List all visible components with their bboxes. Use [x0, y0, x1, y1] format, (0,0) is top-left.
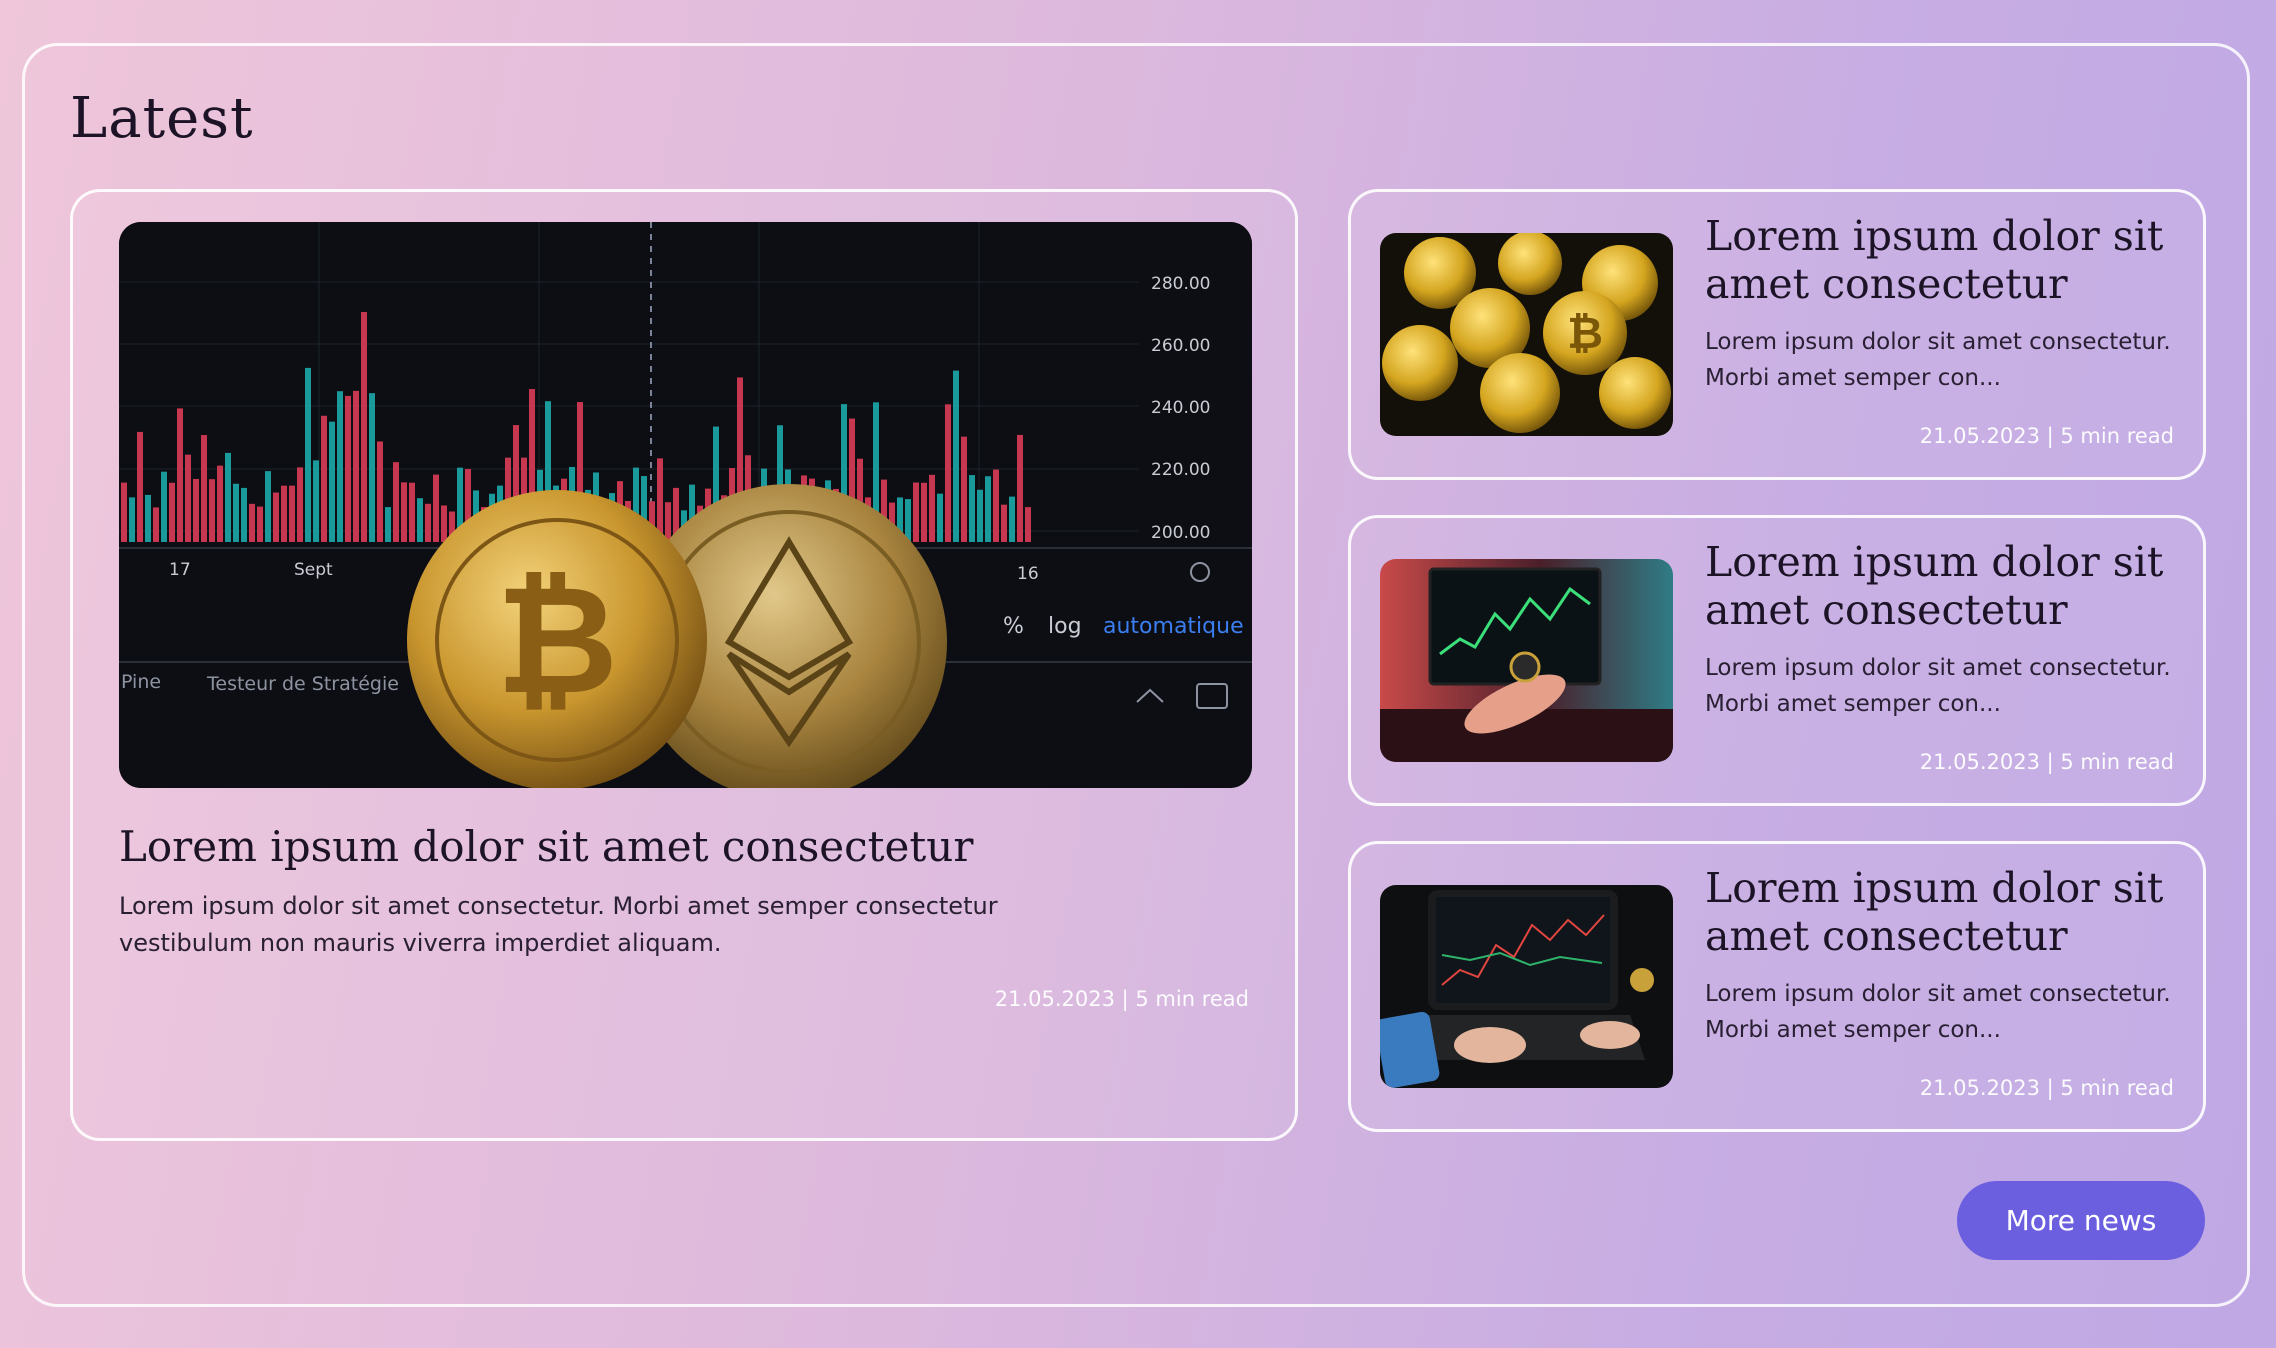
volume-bar [129, 497, 135, 542]
volume-bar [257, 506, 263, 542]
volume-bar [665, 502, 671, 542]
volume-bar [441, 505, 447, 542]
volume-bar [953, 370, 959, 542]
volume-bar [201, 435, 207, 542]
volume-bar [921, 482, 927, 542]
side-article-title[interactable]: Lorem ipsum dolor sit amet consectetur [1705, 864, 2185, 960]
section-title: Latest [70, 86, 254, 151]
volume-bar [137, 431, 143, 542]
volume-bar [393, 462, 399, 542]
date-label: 17 [169, 560, 191, 580]
crypto-coins-image: ₿ [1380, 233, 1673, 436]
strategy-tester-tab-label: Testeur de Stratégie [206, 673, 399, 695]
date-label: Sept [294, 560, 333, 580]
volume-bar [289, 485, 295, 542]
volume-bar [145, 494, 151, 542]
side-article-card[interactable]: Lorem ipsum dolor sit amet consectetur L… [1348, 841, 2206, 1132]
side-article-card[interactable]: ₿ Lorem ipsum dolor sit amet consectetur… [1348, 189, 2206, 480]
volume-bar [177, 408, 183, 542]
trading-monitor-image [1380, 559, 1673, 762]
volume-bar [409, 482, 415, 542]
percent-toggle: % [1003, 614, 1024, 639]
svg-text:₿: ₿ [496, 554, 618, 728]
volume-bar [313, 460, 319, 542]
volume-bar [993, 469, 999, 542]
svg-text:₿: ₿ [1567, 308, 1603, 359]
volume-bar [1001, 504, 1007, 542]
auto-toggle: automatique [1103, 614, 1244, 639]
side-article-meta: 21.05.2023 | 5 min read [1919, 750, 2174, 774]
volume-bar [273, 492, 279, 542]
volume-bar [929, 474, 935, 542]
side-article-title[interactable]: Lorem ipsum dolor sit amet consectetur [1705, 538, 2185, 634]
volume-bar [1009, 496, 1015, 542]
price-label: 280.00 [1151, 274, 1210, 294]
volume-bar [985, 476, 991, 542]
featured-article-meta: 21.05.2023 | 5 min read [994, 987, 1249, 1011]
volume-bar [233, 483, 239, 542]
volume-bar [185, 454, 191, 542]
volume-bar [121, 482, 127, 542]
volume-bar [417, 498, 423, 542]
price-label: 220.00 [1151, 460, 1210, 480]
volume-bar [209, 479, 215, 542]
featured-article-title[interactable]: Lorem ipsum dolor sit amet consectetur [119, 822, 973, 871]
volume-bar [345, 395, 351, 542]
volume-bar [225, 452, 231, 542]
side-article-excerpt: Lorem ipsum dolor sit amet consectetur. … [1705, 655, 2171, 717]
volume-bar [977, 489, 983, 542]
volume-bar [161, 471, 167, 542]
volume-bar [337, 391, 343, 542]
volume-bar [433, 474, 439, 542]
volume-bar [321, 415, 327, 542]
volume-bar [937, 493, 943, 542]
date-label: 16 [1017, 564, 1039, 584]
featured-article-excerpt: Lorem ipsum dolor sit amet consectetur. … [119, 892, 998, 957]
crypto-chart-image: 280.00 260.00 240.00 220.00 200.00 17 Se… [119, 222, 1252, 788]
featured-article-card[interactable]: 280.00 260.00 240.00 220.00 200.00 17 Se… [70, 189, 1298, 1141]
volume-bar [1017, 434, 1023, 542]
price-label: 200.00 [1151, 523, 1210, 543]
volume-bar [153, 507, 159, 542]
volume-bar [945, 404, 951, 542]
volume-bar [913, 482, 919, 542]
volume-bar [305, 367, 311, 542]
side-article-card[interactable]: Lorem ipsum dolor sit amet consectetur L… [1348, 515, 2206, 806]
volume-bar [361, 312, 367, 542]
side-article-meta: 21.05.2023 | 5 min read [1919, 424, 2174, 448]
volume-bar [385, 507, 391, 542]
side-article-excerpt: Lorem ipsum dolor sit amet consectetur. … [1705, 981, 2171, 1043]
more-news-button[interactable]: More news [1957, 1181, 2205, 1260]
volume-bar [377, 441, 383, 542]
volume-bar [193, 478, 199, 542]
volume-bar [169, 482, 175, 542]
volume-bar [217, 465, 223, 542]
volume-bar [969, 475, 975, 542]
volume-bar [425, 503, 431, 542]
volume-bar [297, 467, 303, 542]
featured-article-image: 280.00 260.00 240.00 220.00 200.00 17 Se… [119, 222, 1252, 788]
side-article-meta: 21.05.2023 | 5 min read [1919, 1076, 2174, 1100]
volume-bar [241, 487, 247, 542]
volume-bar [353, 390, 359, 542]
tablet-trading-image [1380, 885, 1673, 1088]
volume-bar [369, 393, 375, 542]
log-toggle: log [1048, 614, 1082, 639]
pine-tab-label: Pine [121, 671, 161, 693]
price-label: 240.00 [1151, 398, 1210, 418]
volume-bar [401, 482, 407, 542]
volume-bar [249, 503, 255, 542]
volume-bar [905, 499, 911, 542]
side-article-excerpt: Lorem ipsum dolor sit amet consectetur. … [1705, 329, 2171, 391]
volume-bar [265, 471, 271, 542]
volume-bar [329, 421, 335, 542]
volume-bar [1025, 507, 1031, 542]
volume-bar [281, 485, 287, 542]
price-label: 260.00 [1151, 336, 1210, 356]
side-article-title[interactable]: Lorem ipsum dolor sit amet consectetur [1705, 212, 2185, 308]
volume-bar [961, 436, 967, 542]
